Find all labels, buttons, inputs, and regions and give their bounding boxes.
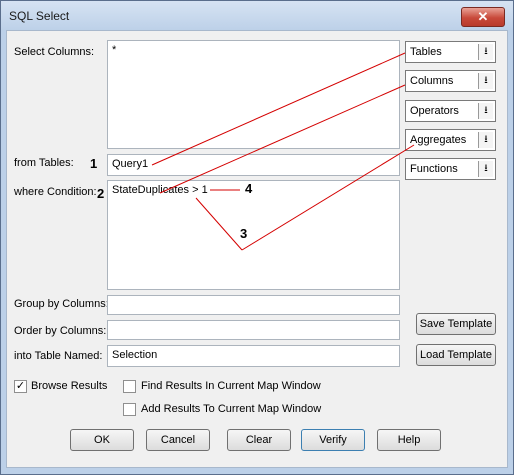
- select-columns-label: Select Columns:: [14, 46, 95, 58]
- where-condition-value: StateDuplicates > 1: [112, 184, 208, 196]
- order-by-field[interactable]: [107, 320, 400, 340]
- into-table-value: Selection: [112, 349, 158, 361]
- find-results-label: Find Results In Current Map Window: [141, 380, 321, 392]
- download-arrow-icon: ⭳: [478, 161, 493, 177]
- add-results-checkbox[interactable]: [123, 403, 136, 416]
- download-arrow-icon: ⭳: [478, 132, 493, 148]
- from-tables-field[interactable]: Query1: [107, 154, 400, 176]
- aggregates-dropdown[interactable]: Aggregates ⭳: [405, 129, 496, 151]
- columns-dropdown-label: Columns: [410, 75, 454, 87]
- where-condition-label: where Condition:: [14, 186, 97, 198]
- annotation-number-1: 1: [90, 156, 98, 171]
- download-arrow-icon: ⭳: [478, 103, 493, 119]
- into-table-field[interactable]: Selection: [107, 345, 400, 367]
- select-columns-value: *: [112, 44, 117, 56]
- group-by-field[interactable]: [107, 295, 400, 315]
- where-condition-field[interactable]: StateDuplicates > 1: [107, 180, 400, 290]
- cancel-button[interactable]: Cancel: [146, 429, 210, 451]
- close-button[interactable]: ✕: [461, 7, 505, 27]
- columns-dropdown[interactable]: Columns ⭳: [405, 70, 496, 92]
- browse-results-checkbox[interactable]: ✓: [14, 380, 27, 393]
- window-title: SQL Select: [9, 9, 70, 23]
- load-template-button[interactable]: Load Template: [416, 344, 496, 366]
- download-arrow-icon: ⭳: [478, 73, 493, 89]
- find-results-checkbox[interactable]: [123, 380, 136, 393]
- verify-button[interactable]: Verify: [301, 429, 365, 451]
- tables-dropdown-label: Tables: [410, 46, 442, 58]
- from-tables-value: Query1: [112, 158, 149, 170]
- close-icon: ✕: [477, 9, 489, 24]
- tables-dropdown[interactable]: Tables ⭳: [405, 41, 496, 63]
- clear-button[interactable]: Clear: [227, 429, 291, 451]
- ok-button[interactable]: OK: [70, 429, 134, 451]
- help-button[interactable]: Help: [377, 429, 441, 451]
- functions-dropdown[interactable]: Functions ⭳: [405, 158, 496, 180]
- from-tables-label: from Tables:: [14, 157, 74, 169]
- annotation-number-4: 4: [245, 181, 253, 196]
- add-results-label: Add Results To Current Map Window: [141, 403, 322, 415]
- operators-dropdown[interactable]: Operators ⭳: [405, 100, 496, 122]
- browse-results-label: Browse Results: [31, 380, 108, 392]
- title-bar[interactable]: SQL Select ✕: [1, 1, 513, 31]
- aggregates-dropdown-label: Aggregates: [410, 134, 467, 146]
- into-table-label: into Table Named:: [14, 350, 103, 362]
- select-columns-field[interactable]: *: [107, 40, 400, 149]
- annotation-number-2: 2: [97, 186, 105, 201]
- order-by-label: Order by Columns:: [14, 325, 107, 337]
- functions-dropdown-label: Functions: [410, 163, 458, 175]
- operators-dropdown-label: Operators: [410, 105, 459, 117]
- group-by-label: Group by Columns:: [14, 298, 109, 310]
- save-template-button[interactable]: Save Template: [416, 313, 496, 335]
- download-arrow-icon: ⭳: [478, 44, 493, 60]
- annotation-number-3: 3: [240, 226, 248, 241]
